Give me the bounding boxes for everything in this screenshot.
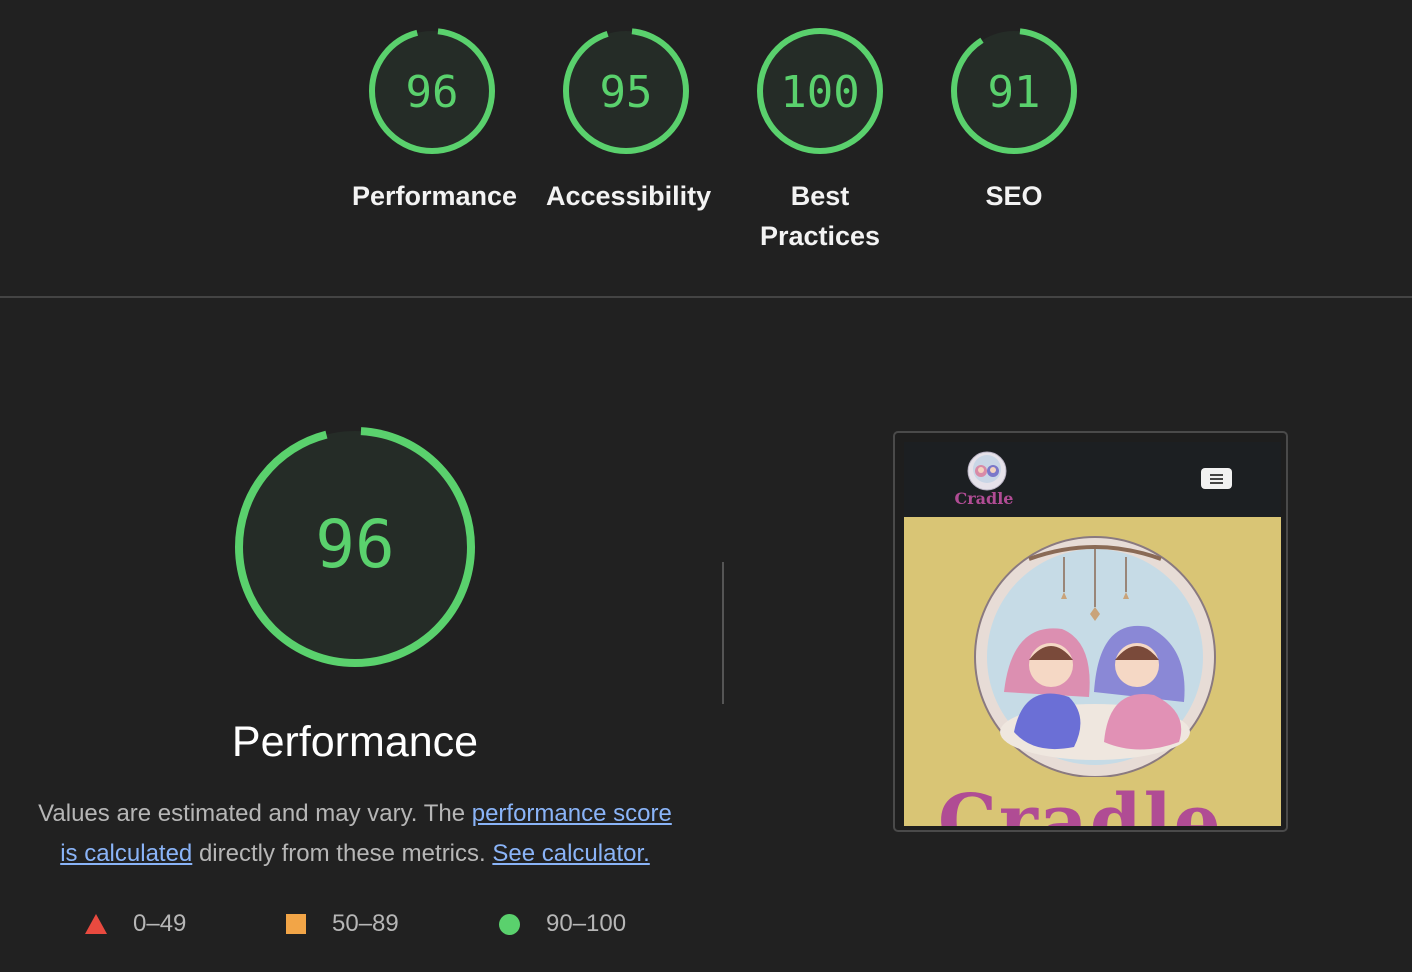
- section-divider: [0, 296, 1412, 298]
- screenshot-navbar: Cradle: [904, 442, 1281, 517]
- gauge-score: 100: [780, 67, 859, 118]
- hero-title: Cradle: [938, 779, 1223, 826]
- main-category-title: Performance: [231, 718, 479, 766]
- gauge-seo[interactable]: 91 SEO: [914, 26, 1114, 216]
- triangle-icon: [85, 914, 107, 934]
- score-legend: 0–49 50–89 90–100: [0, 904, 700, 944]
- final-screenshot: Cradle Cradle: [893, 431, 1288, 832]
- gauge-label: Best Practices: [759, 181, 881, 251]
- logo-icon: [967, 451, 1007, 491]
- main-gauge-ring: 96: [235, 427, 475, 667]
- gauge-performance[interactable]: 96 Performance: [332, 26, 532, 216]
- legend-label: 90–100: [546, 910, 627, 937]
- category-scores: 96 Performance 95 Accessibility 100 Best…: [0, 0, 1412, 296]
- legend-item-average: 50–89: [286, 910, 399, 938]
- screenshot-hero: Cradle: [904, 517, 1281, 826]
- see-calculator-link[interactable]: See calculator.: [492, 840, 649, 867]
- gauge-label: SEO: [985, 181, 1043, 211]
- gauge-ring: 91: [951, 28, 1077, 154]
- legend-item-pass: 90–100: [499, 910, 626, 938]
- legend-item-fail: 0–49: [85, 910, 186, 938]
- main-score: 96: [315, 506, 394, 583]
- gauge-score: 95: [600, 67, 653, 118]
- performance-main-gauge: 96: [230, 422, 480, 672]
- desc-text-middle: directly from these metrics.: [192, 840, 493, 867]
- gauge-label: Performance: [352, 181, 518, 211]
- brand-name: Cradle: [954, 489, 1014, 508]
- gauge-score: 91: [988, 67, 1041, 118]
- square-icon: [286, 914, 306, 934]
- gauge-best-practices[interactable]: 100 Best Practices: [720, 26, 920, 256]
- gauge-ring: 96: [369, 28, 495, 154]
- screenshot-viewport: Cradle Cradle: [904, 442, 1281, 826]
- metrics-description: Values are estimated and may vary. The p…: [30, 794, 680, 874]
- gauge-ring: 95: [563, 28, 689, 154]
- gauge-accessibility[interactable]: 95 Accessibility: [526, 26, 726, 216]
- hamburger-menu-icon: [1201, 468, 1232, 489]
- gauge-score: 96: [406, 67, 459, 118]
- baby-illustration-icon: [974, 536, 1216, 777]
- gauge-ring: 100: [757, 28, 883, 154]
- vertical-divider: [722, 562, 724, 704]
- gauge-label: Accessibility: [546, 181, 712, 211]
- legend-label: 50–89: [332, 910, 399, 937]
- circle-icon: [499, 913, 520, 935]
- desc-text-prefix: Values are estimated and may vary. The: [38, 800, 472, 827]
- legend-label: 0–49: [133, 910, 187, 937]
